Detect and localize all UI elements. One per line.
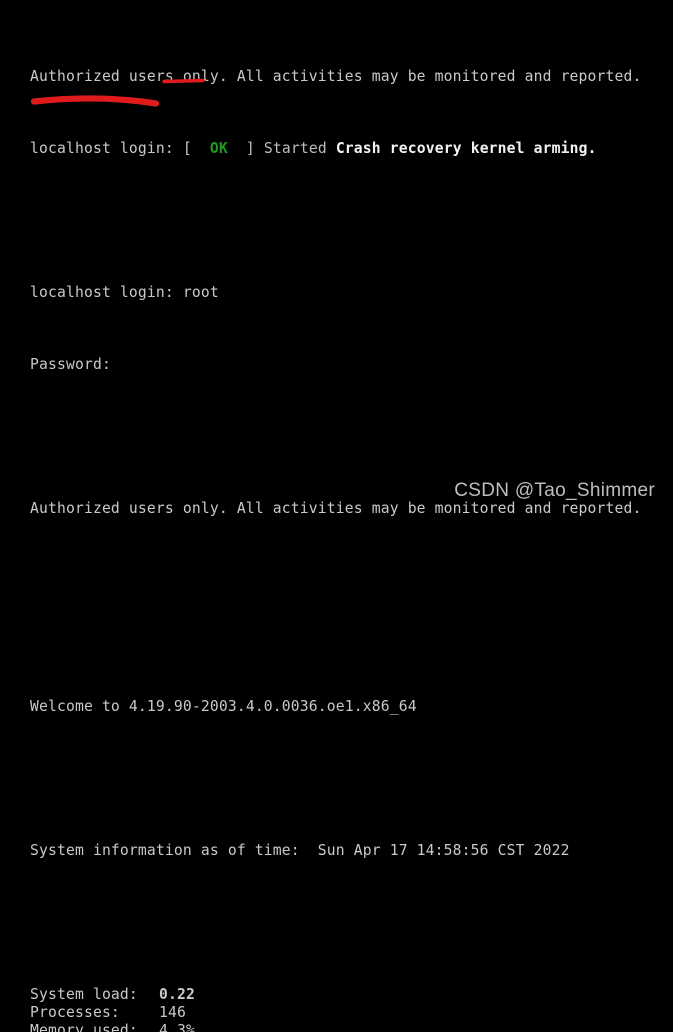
stat-label: System load:: [30, 986, 138, 1003]
banner-line-2: Authorized users only. All activities ma…: [30, 500, 642, 517]
stat-row: Processes: 146: [30, 1004, 642, 1022]
stat-label: Memory used:: [30, 1022, 138, 1032]
stat-label: Processes:: [30, 1004, 120, 1021]
stat-row: System load: 0.22: [30, 986, 642, 1004]
system-stats-block: System load: 0.22 Processes: 146 Memory used…: [30, 986, 642, 1032]
sysinfo-header-line: System information as of time: Sun Apr 1…: [30, 842, 570, 859]
banner-line-1: Authorized users only. All activities ma…: [30, 68, 642, 85]
stat-row: Memory used: 4.3%: [30, 1022, 642, 1032]
password-prompt-line: Password:: [30, 356, 111, 373]
boot-status-ok: OK: [209, 140, 228, 157]
welcome-line: Welcome to 4.19.90-2003.4.0.0036.oe1.x86…: [30, 698, 417, 715]
login-prompt-label: localhost login:: [30, 284, 183, 301]
stat-value: 4.3%: [159, 1022, 195, 1032]
login-username-value: root: [182, 284, 219, 301]
boot-status-line: localhost login: [ OK ] Started Crash re…: [30, 140, 642, 158]
stat-value: 0.22: [159, 986, 195, 1003]
csdn-watermark: CSDN @Tao_Shimmer: [454, 480, 655, 501]
boot-status-prefix: localhost login: [: [30, 140, 192, 157]
terminal-console[interactable]: Authorized users only. All activities ma…: [0, 0, 673, 1032]
stat-value: 146: [159, 1004, 186, 1021]
boot-status-suffix: ] Started: [245, 140, 336, 157]
terminal-output: Authorized users only. All activities ma…: [30, 14, 642, 1032]
login-prompt-line: localhost login: root: [30, 284, 642, 302]
boot-unit-name: Crash recovery kernel arming.: [335, 140, 597, 157]
